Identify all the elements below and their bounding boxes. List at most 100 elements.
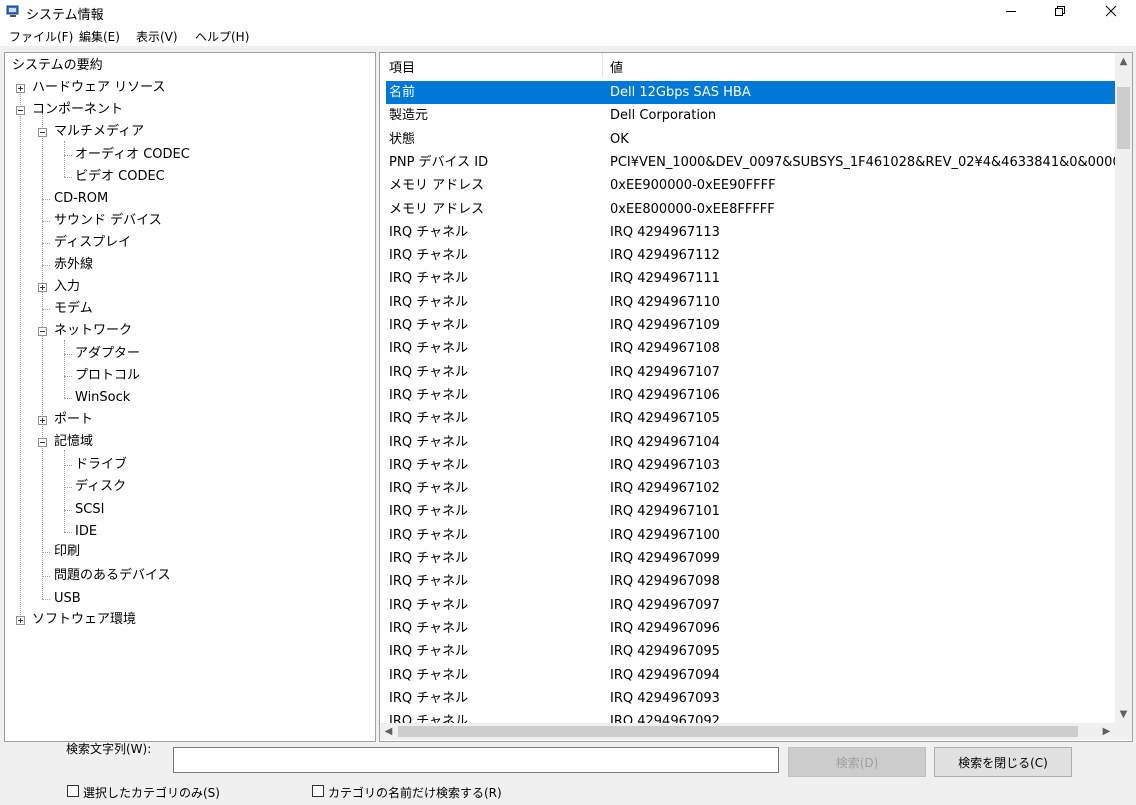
vertical-scroll-thumb[interactable] [1117,87,1130,149]
details-list[interactable]: 項目 値 名前 Dell 12Gbps SAS HBA 製造元 Dell Corpor… [379,52,1133,742]
table-row[interactable]: IRQ チャネル IRQ 4294967100 [386,524,1115,547]
row-value: IRQ 4294967113 [610,224,720,240]
table-row[interactable]: IRQ チャネル IRQ 4294967096 [386,617,1115,640]
table-row[interactable]: IRQ チャネル IRQ 4294967103 [386,454,1115,477]
tree-item-components[interactable]: コンポーネント [32,100,123,120]
tree-item-storage[interactable]: 記憶域 [54,432,93,452]
collapse-storage-icon[interactable] [38,438,47,447]
table-row[interactable]: IRQ チャネル IRQ 4294967095 [386,640,1115,663]
menu-edit[interactable]: 編集(E) [79,28,120,45]
table-row[interactable]: メモリ アドレス 0xEE900000-0xEE90FFFF [386,174,1115,197]
table-row[interactable]: IRQ チャネル IRQ 4294967093 [386,687,1115,710]
checkbox-box[interactable] [312,785,324,797]
row-value: IRQ 4294967097 [610,597,720,613]
tree-item-winsock[interactable]: WinSock [75,388,130,408]
table-row[interactable]: IRQ チャネル IRQ 4294967109 [386,314,1115,337]
table-row[interactable]: IRQ チャネル IRQ 4294967099 [386,547,1115,570]
scroll-up-icon[interactable]: ▲ [1115,53,1132,70]
close-find-button[interactable]: 検索を閉じる(C) [934,747,1072,777]
horizontal-scroll-thumb[interactable] [398,726,1078,737]
row-value: IRQ 4294967106 [610,387,720,403]
tree-item-usb[interactable]: USB [54,589,81,609]
scroll-right-icon[interactable]: ▶ [1098,723,1115,740]
tree-item-ports[interactable]: ポート [54,410,93,430]
table-row[interactable]: IRQ チャネル IRQ 4294967101 [386,500,1115,523]
restore-button[interactable] [1037,0,1083,26]
tree-item-scsi[interactable]: SCSI [75,500,104,520]
table-row[interactable]: IRQ チャネル IRQ 4294967102 [386,477,1115,500]
expand-software-icon[interactable] [16,616,25,625]
close-button[interactable] [1088,0,1134,26]
checkbox-box[interactable] [67,785,79,797]
table-row[interactable]: IRQ チャネル IRQ 4294967112 [386,244,1115,267]
tree-item-sound[interactable]: サウンド デバイス [54,211,162,231]
table-row[interactable]: PNP デバイス ID PCI¥VEN_1000&DEV_0097&SUBSYS_… [386,151,1115,174]
row-item: IRQ チャネル [389,341,469,357]
tree-item-ide[interactable]: IDE [75,522,97,542]
tree-item-video-codec[interactable]: ビデオ CODEC [75,167,165,187]
table-row[interactable]: IRQ チャネル IRQ 4294967106 [386,384,1115,407]
find-button[interactable]: 検索(D) [788,747,926,777]
scroll-down-icon[interactable]: ▼ [1115,706,1132,723]
row-item: IRQ チャネル [389,224,469,240]
expand-ports-icon[interactable] [38,416,47,425]
table-row[interactable]: IRQ チャネル IRQ 4294967098 [386,570,1115,593]
table-row[interactable]: IRQ チャネル IRQ 4294967105 [386,407,1115,430]
table-row[interactable]: IRQ チャネル IRQ 4294967092 [386,710,1115,723]
table-row[interactable]: 名前 Dell 12Gbps SAS HBA [386,81,1115,104]
tree-item-input[interactable]: 入力 [54,277,80,297]
column-header-value[interactable]: 値 [610,57,623,76]
tree-item-infrared[interactable]: 赤外線 [54,255,93,275]
row-value: IRQ 4294967105 [610,411,720,427]
search-input[interactable] [173,747,779,773]
table-row[interactable]: IRQ チャネル IRQ 4294967094 [386,664,1115,687]
tree-item-cdrom[interactable]: CD-ROM [54,189,108,209]
tree-item-adapter[interactable]: アダプター [75,344,140,364]
vertical-scrollbar[interactable]: ▲ ▼ [1115,53,1132,723]
expand-hardware-icon[interactable] [16,84,25,93]
table-row[interactable]: 状態 OK [386,128,1115,151]
category-tree[interactable]: システムの要約 ハードウェア リソース コンポーネント マルチメディア オーディ… [4,52,376,742]
tree-item-software[interactable]: ソフトウェア環境 [32,610,136,630]
collapse-components-icon[interactable] [16,106,25,115]
menu-file[interactable]: ファイル(F) [9,28,73,45]
row-item: IRQ チャネル [389,504,469,520]
table-row[interactable]: IRQ チャネル IRQ 4294967107 [386,361,1115,384]
column-header-item[interactable]: 項目 [389,57,415,76]
table-row[interactable]: IRQ チャネル IRQ 4294967108 [386,337,1115,360]
tree-item-network[interactable]: ネットワーク [54,321,132,341]
tree-item-hardware[interactable]: ハードウェア リソース [32,78,165,98]
table-row[interactable]: IRQ チャネル IRQ 4294967110 [386,291,1115,314]
row-value: PCI¥VEN_1000&DEV_0097&SUBSYS_1F461028&RE… [610,154,1115,170]
tree-item-disks[interactable]: ディスク [75,477,126,497]
expand-input-icon[interactable] [38,283,47,292]
menu-help[interactable]: ヘルプ(H) [195,28,249,45]
tree-item-drives[interactable]: ドライブ [75,455,127,475]
row-item: 名前 [389,85,416,100]
table-row[interactable]: IRQ チャネル IRQ 4294967113 [386,221,1115,244]
tree-item-audio-codec[interactable]: オーディオ CODEC [75,145,190,165]
table-row[interactable]: IRQ チャネル IRQ 4294967097 [386,594,1115,617]
collapse-network-icon[interactable] [38,327,47,336]
row-item: メモリ アドレス [389,178,485,194]
horizontal-scrollbar[interactable]: ◀ ▶ [380,723,1115,740]
tree-item-protocol[interactable]: プロトコル [75,366,140,386]
tree-item-multimedia[interactable]: マルチメディア [54,122,144,142]
tree-item-modem[interactable]: モデム [54,299,93,319]
table-row[interactable]: IRQ チャネル IRQ 4294967104 [386,431,1115,454]
tree-item-problem-devices[interactable]: 問題のあるデバイス [54,566,171,586]
table-row[interactable]: IRQ チャネル IRQ 4294967111 [386,267,1115,290]
scroll-left-icon[interactable]: ◀ [380,723,397,740]
collapse-multimedia-icon[interactable] [38,128,47,137]
tree-item-display[interactable]: ディスプレイ [54,233,131,253]
tree-item-summary[interactable]: システムの要約 [12,56,103,76]
row-value: 0xEE900000-0xEE90FFFF [610,178,776,194]
menu-view[interactable]: 表示(V) [136,28,178,45]
checkbox-label: カテゴリの名前だけ検索する(R) [328,786,502,800]
tree-item-printing[interactable]: 印刷 [54,542,80,562]
minimize-button[interactable] [988,0,1034,26]
table-row[interactable]: メモリ アドレス 0xEE800000-0xEE8FFFFF [386,198,1115,221]
row-item: IRQ チャネル [389,644,469,660]
row-item: IRQ チャネル [389,457,469,473]
table-row[interactable]: 製造元 Dell Corporation [386,104,1115,127]
